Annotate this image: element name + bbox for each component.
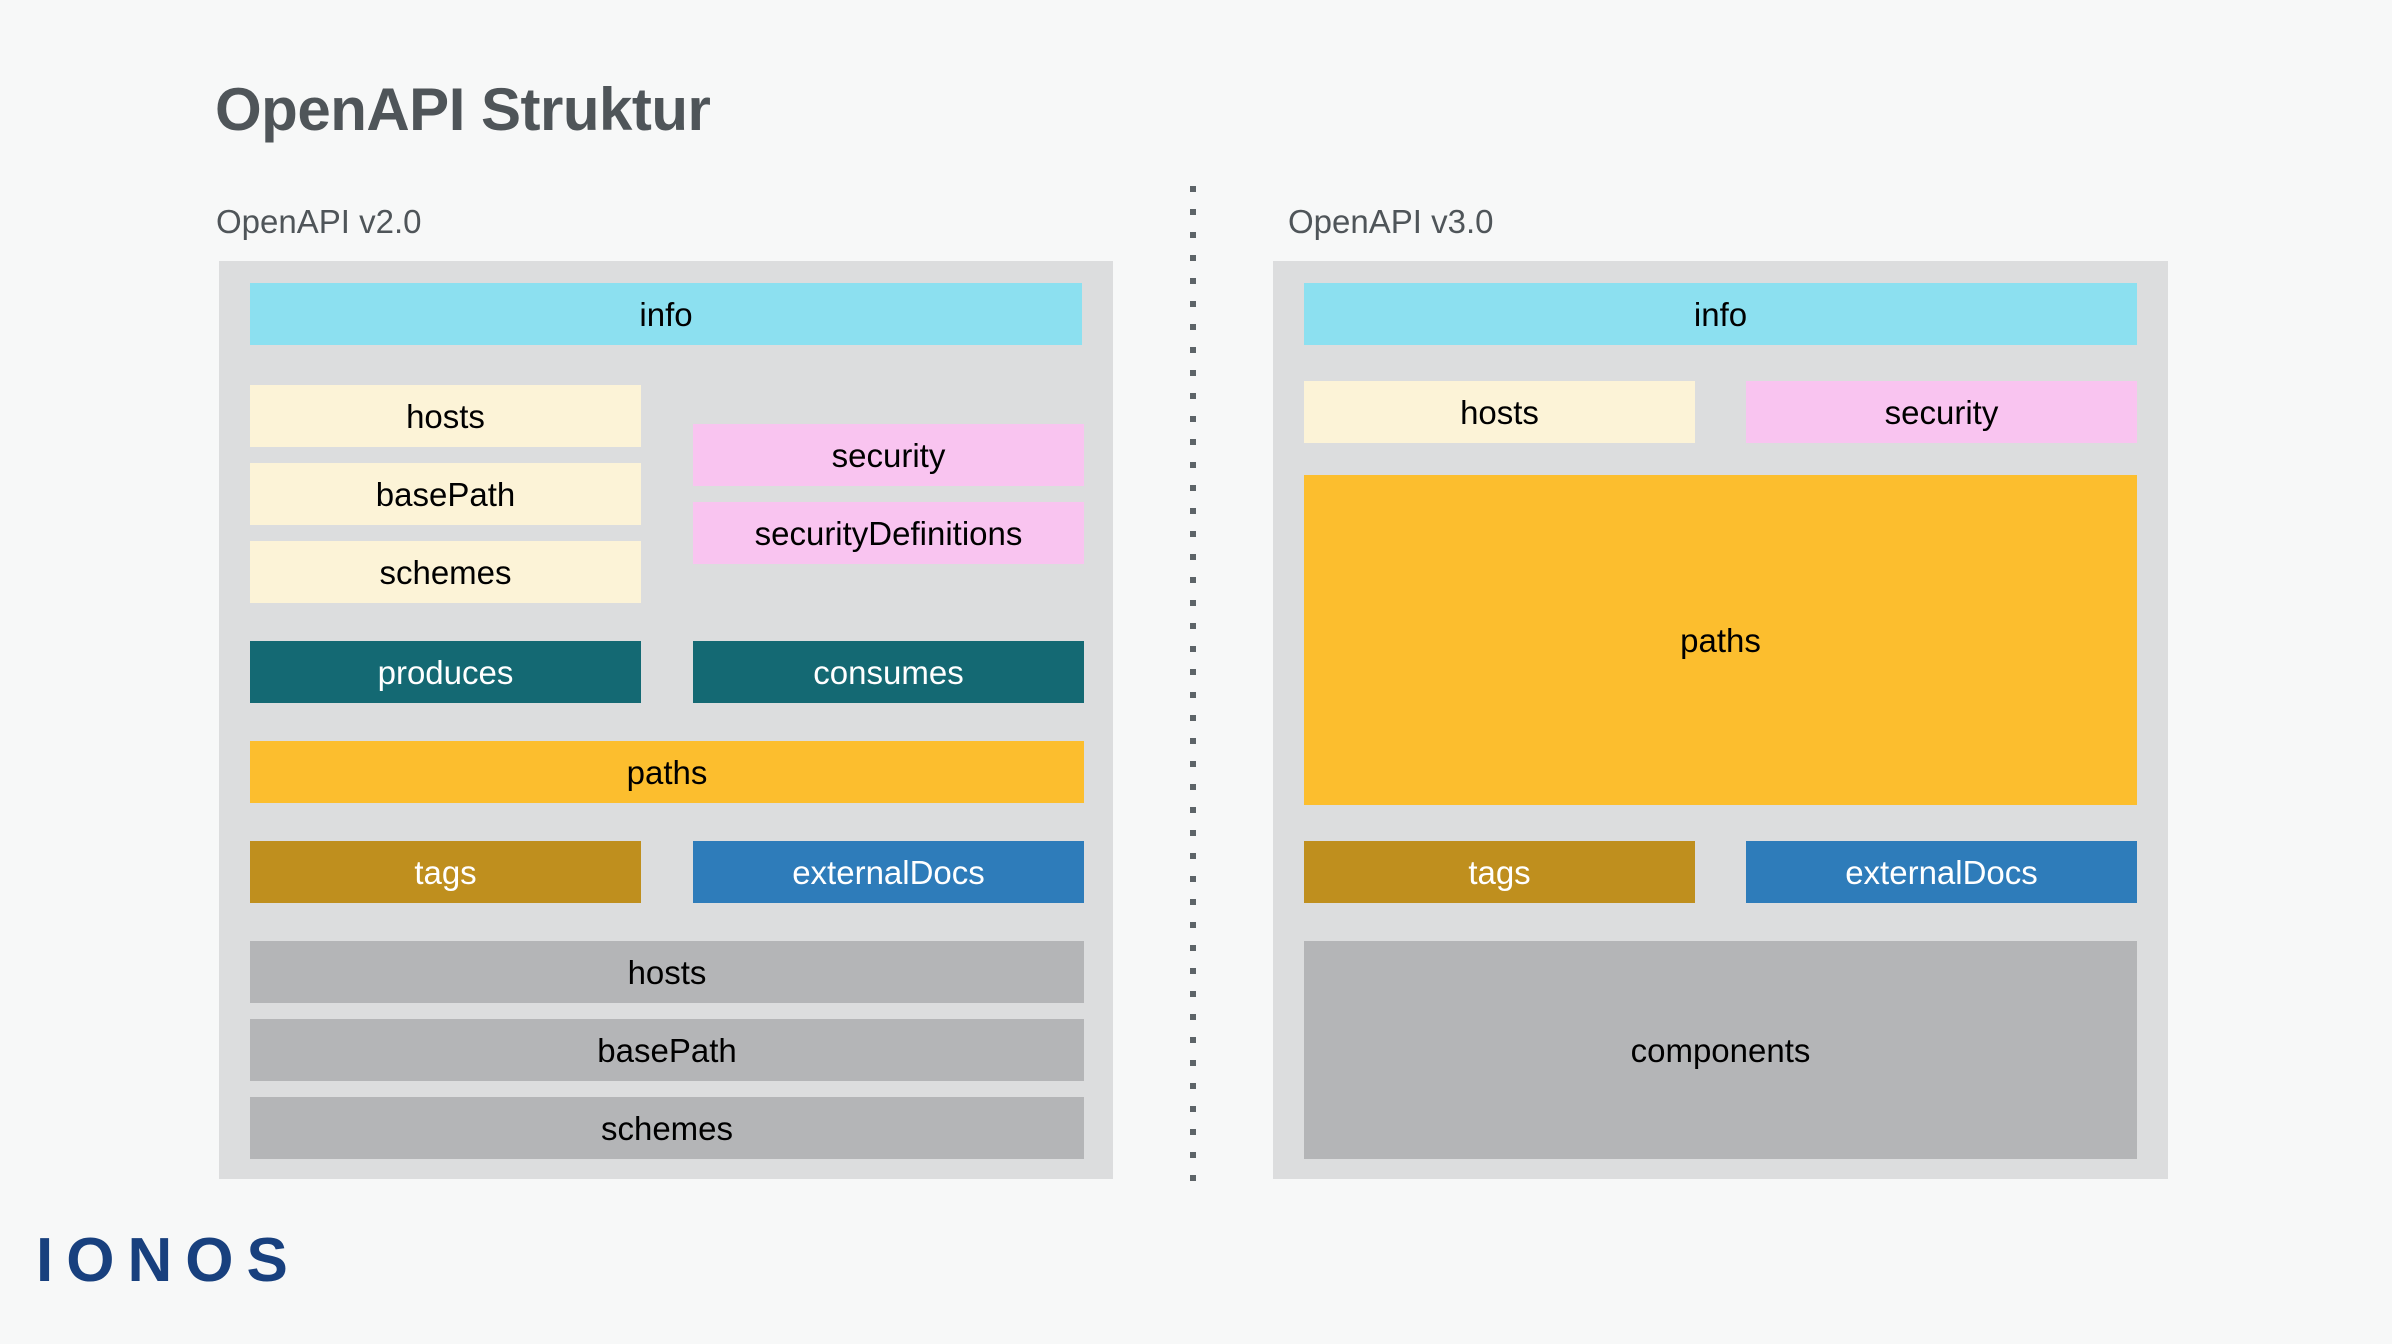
block-label: schemes [379,553,512,591]
block-label: hosts [1460,393,1539,431]
block-label: securityDefinitions [754,514,1023,552]
block-v3-tags: tags [1304,841,1695,903]
block-label: tags [1468,853,1531,891]
block-v2-security: security [693,424,1084,486]
block-label: security [1884,393,1999,431]
block-label: externalDocs [792,853,985,891]
block-v2-schemes: schemes [250,541,641,603]
block-v3-hosts: hosts [1304,381,1695,443]
vertical-dotted-divider [1190,186,1196,1186]
block-label: basePath [375,475,516,513]
block-v3-security: security [1746,381,2137,443]
block-v2-securitydefinitions: securityDefinitions [693,502,1084,564]
block-label: basePath [597,1031,737,1069]
block-v3-info: info [1304,283,2137,345]
diagram-canvas: OpenAPI Struktur OpenAPI v2.0 OpenAPI v3… [0,0,2392,1344]
page-title: OpenAPI Struktur [215,76,711,143]
block-v2-consumes: consumes [693,641,1084,703]
block-label: schemes [600,1109,734,1147]
block-label: paths [1680,621,1761,659]
block-v2-externaldocs: externalDocs [693,841,1084,903]
block-v2-tags: tags [250,841,641,903]
block-label: paths [626,753,708,791]
block-label: hosts [406,397,485,435]
block-label: info [1693,295,1748,333]
column-heading-v2: OpenAPI v2.0 [216,203,422,240]
column-heading-v3: OpenAPI v3.0 [1288,203,1494,240]
block-v2-paths: paths [250,741,1084,803]
block-v2-basepath: basePath [250,1019,1084,1081]
block-v2-schemes: schemes [250,1097,1084,1159]
block-v3-externaldocs: externalDocs [1746,841,2137,903]
ionos-logo: IONOS [36,1226,301,1295]
block-label: info [639,295,693,333]
block-label: security [831,436,946,474]
block-v2-info: info [250,283,1082,345]
block-v3-paths: paths [1304,475,2137,805]
block-label: components [1630,1031,1811,1069]
block-label: produces [377,653,514,691]
block-v3-components: components [1304,941,2137,1159]
block-v2-basepath: basePath [250,463,641,525]
panel-openapi-v2: info hosts basePath schemes security security… [219,261,1113,1179]
panel-openapi-v3: info hosts security paths tags externalDocs co… [1273,261,2168,1179]
block-v2-produces: produces [250,641,641,703]
block-label: tags [414,853,477,891]
block-label: hosts [627,953,707,991]
block-label: externalDocs [1845,853,2038,891]
block-v2-hosts: hosts [250,941,1084,1003]
block-label: consumes [813,653,964,691]
block-v2-hosts: hosts [250,385,641,447]
